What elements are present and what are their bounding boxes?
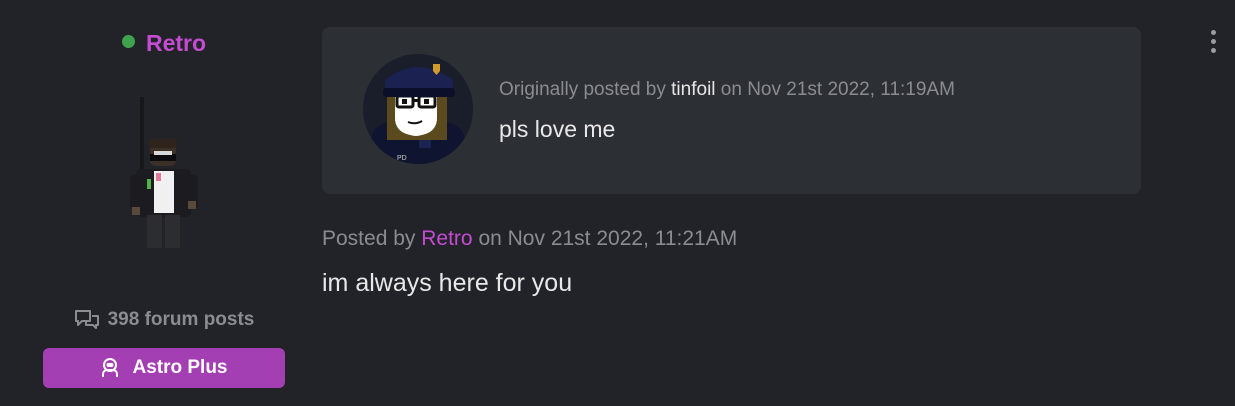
menu-dot: [1210, 38, 1216, 44]
rank-badge[interactable]: Astro Plus: [43, 348, 285, 388]
post-author-link[interactable]: Retro: [421, 227, 472, 250]
svg-text:PD: PD: [397, 155, 407, 162]
police-avatar-icon[interactable]: PD: [363, 54, 473, 164]
more-vertical-icon[interactable]: [1198, 24, 1228, 58]
post-meta: Posted by Retro on Nov 21st 2022, 11:21A…: [322, 227, 737, 251]
post-date: on Nov 21st 2022, 11:21AM: [478, 227, 738, 250]
post-count-label: 398 forum posts: [107, 309, 255, 330]
rank-label: Astro Plus: [132, 357, 228, 378]
author-name-row: Retro: [0, 30, 328, 57]
author-name-link[interactable]: Retro: [146, 30, 206, 56]
post-body: im always here for you: [322, 269, 573, 297]
online-status-icon: [121, 35, 135, 48]
quote-date: on Nov 21st 2022, 11:19AM: [720, 79, 955, 100]
menu-dot: [1210, 29, 1216, 35]
avatar-character-icon[interactable]: [116, 95, 211, 260]
post-prefix: Posted by: [322, 227, 416, 250]
astronaut-icon: [100, 358, 120, 378]
quote-block: PD Originally posted by tinfoil on Nov 2…: [322, 27, 1141, 194]
post-count: 398 forum posts: [0, 309, 328, 335]
chat-bubbles-icon: [74, 309, 100, 335]
quote-meta: Originally posted by tinfoil on Nov 21st…: [499, 79, 955, 101]
quote-author-link[interactable]: tinfoil: [671, 79, 715, 100]
forum-post: Retro 398 forum posts Astro Plus PD Orig…: [0, 0, 1235, 406]
menu-dot: [1210, 47, 1216, 53]
quote-prefix: Originally posted by: [499, 79, 666, 100]
author-panel: Retro 398 forum posts Astro Plus: [0, 0, 328, 406]
quote-body: pls love me: [499, 116, 616, 142]
